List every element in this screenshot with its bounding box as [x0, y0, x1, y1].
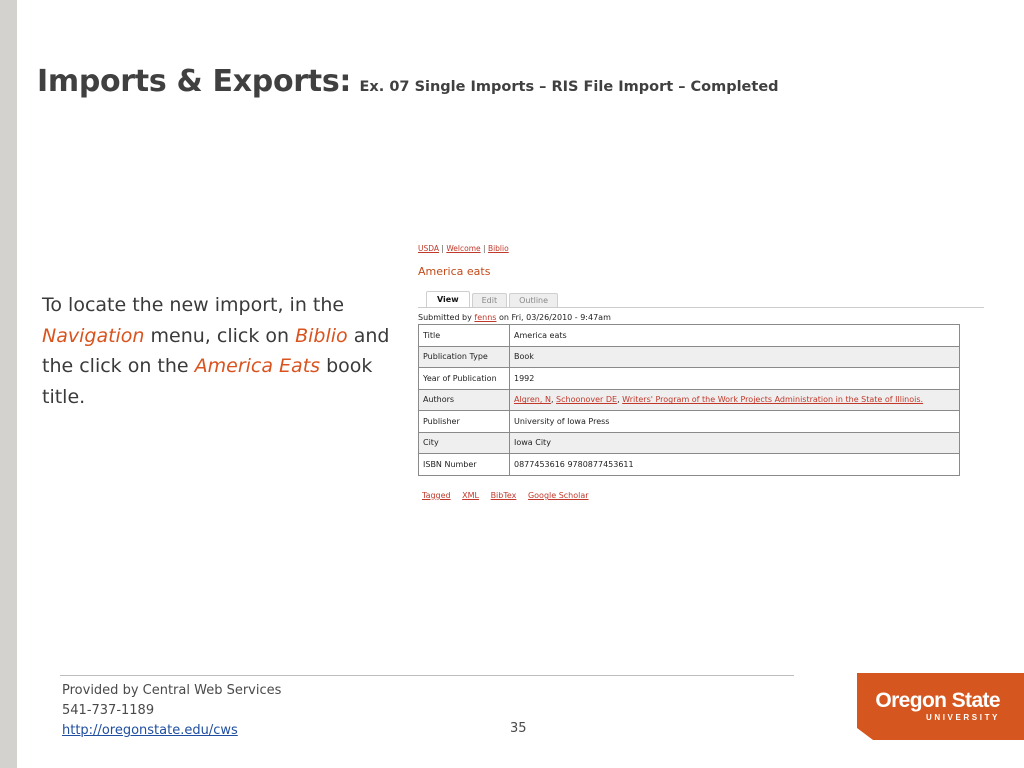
breadcrumb-usda-link[interactable]: USDA: [418, 244, 439, 253]
breadcrumb: USDA | Welcome | Biblio: [418, 244, 509, 253]
field-label: Publication Type: [418, 345, 510, 368]
table-row: Authors Algren, N, Schoonover DE, Writer…: [418, 388, 960, 411]
node-tabs: View Edit Outline: [426, 291, 559, 307]
footer: Provided by Central Web Services 541-737…: [62, 681, 281, 741]
submitted-prefix: Submitted by: [418, 313, 475, 322]
author-link[interactable]: Schoonover DE: [556, 395, 617, 404]
submitted-info: Submitted by fenns on Fri, 03/26/2010 - …: [418, 313, 611, 322]
footer-url-link[interactable]: http://oregonstate.edu/cws: [62, 721, 281, 741]
logo-subtitle: UNIVERSITY: [925, 713, 1000, 722]
export-xml-link[interactable]: XML: [462, 491, 479, 500]
field-value: 0877453616 9780877453611: [509, 453, 960, 476]
field-label: Title: [418, 324, 510, 347]
instruction-text: To locate the new import, in the Navigat…: [42, 290, 394, 412]
instruction-navigation-term: Navigation: [42, 324, 145, 347]
page-number: 35: [510, 721, 527, 736]
export-bibtex-link[interactable]: BibTex: [491, 491, 517, 500]
table-row: Year of Publication 1992: [418, 367, 960, 390]
slide-title-main: Imports & Exports:: [37, 64, 352, 99]
instruction-book-term: America Eats: [194, 355, 321, 377]
instruction-part: To locate the new import, in the: [42, 294, 345, 316]
table-row: Publication Type Book: [418, 345, 960, 368]
field-value: University of Iowa Press: [509, 410, 960, 433]
field-value: America eats: [509, 324, 960, 347]
logo-name: Oregon State: [875, 689, 1000, 712]
tab-view[interactable]: View: [426, 291, 470, 307]
page-title: America eats: [418, 265, 491, 278]
field-label: City: [418, 431, 510, 454]
instruction-part: menu, click on: [144, 324, 296, 347]
field-value: Book: [509, 345, 960, 368]
field-value: Iowa City: [509, 431, 960, 454]
instruction-biblio-term: Biblio: [295, 324, 348, 347]
field-label: Year of Publication: [418, 367, 510, 390]
breadcrumb-biblio-link[interactable]: Biblio: [488, 244, 509, 253]
oregon-state-logo: Oregon State UNIVERSITY: [857, 673, 1024, 740]
left-decorative-bar: [0, 0, 17, 768]
author-link[interactable]: Writers' Program of the Work Projects Ad…: [622, 395, 923, 404]
field-label: Publisher: [418, 410, 510, 433]
tab-edit[interactable]: Edit: [471, 293, 508, 307]
table-row: Publisher University of Iowa Press: [418, 410, 960, 433]
biblio-node-screenshot: USDA | Welcome | Biblio America eats Vie…: [416, 244, 986, 504]
table-row: City Iowa City: [418, 431, 960, 454]
author-link[interactable]: Algren, N: [514, 395, 551, 404]
tabs-divider: [418, 307, 984, 308]
breadcrumb-separator: |: [480, 244, 488, 253]
slide-title-subtitle: Ex. 07 Single Imports – RIS File Import …: [359, 79, 779, 95]
google-scholar-link[interactable]: Google Scholar: [528, 491, 589, 500]
authors-value: Algren, N, Schoonover DE, Writers' Progr…: [509, 388, 960, 411]
tab-outline[interactable]: Outline: [509, 293, 559, 307]
submitted-user-link[interactable]: fenns: [474, 313, 496, 322]
field-label: Authors: [418, 388, 510, 411]
table-row: ISBN Number 0877453616 9780877453611: [418, 453, 960, 476]
export-links: Tagged XML BibTex Google Scholar: [422, 491, 598, 500]
footer-phone: 541-737-1189: [62, 703, 155, 718]
submitted-suffix: on Fri, 03/26/2010 - 9:47am: [496, 313, 611, 322]
slide-title: Imports & Exports: Ex. 07 Single Imports…: [37, 64, 779, 99]
breadcrumb-welcome-link[interactable]: Welcome: [446, 244, 480, 253]
biblio-details-table: Title America eats Publication Type Book…: [418, 324, 960, 476]
footer-provider: Provided by Central Web Services: [62, 683, 282, 698]
field-value: 1992: [509, 367, 960, 390]
export-tagged-link[interactable]: Tagged: [422, 491, 451, 500]
footer-divider: [60, 675, 794, 676]
field-label: ISBN Number: [418, 453, 510, 476]
table-row: Title America eats: [418, 324, 960, 347]
